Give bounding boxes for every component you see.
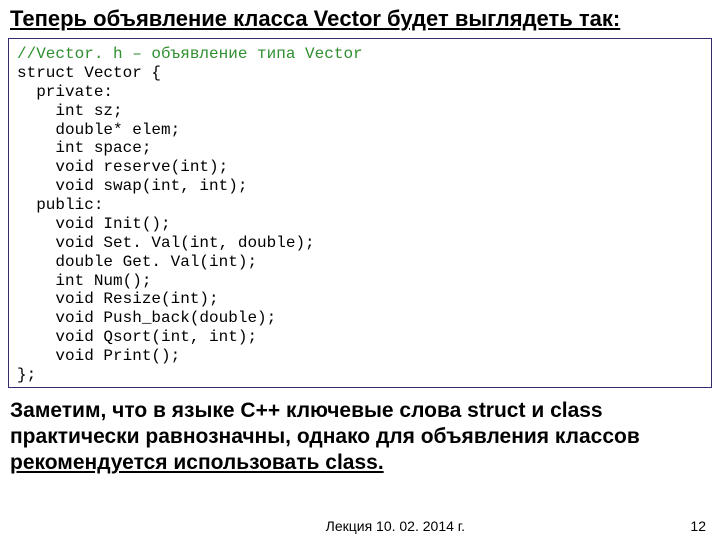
slide: Теперь объявление класса Vector будет вы… — [0, 0, 720, 540]
code-comment: //Vector. h – объявление типа Vector — [17, 45, 363, 63]
slide-heading: Теперь объявление класса Vector будет вы… — [0, 0, 720, 36]
footer-lecture: Лекция 10. 02. 2014 г. — [326, 518, 465, 534]
footer-page-number: 12 — [690, 518, 706, 534]
code-body: struct Vector { private: int sz; double*… — [17, 64, 315, 384]
code-box: //Vector. h – объявление типа Vector str… — [8, 38, 712, 388]
note-prefix: Заметим, что в языке С++ ключевые слова … — [10, 399, 640, 448]
note-underlined: рекомендуется использовать class. — [10, 451, 384, 474]
slide-note: Заметим, что в языке С++ ключевые слова … — [0, 394, 720, 477]
